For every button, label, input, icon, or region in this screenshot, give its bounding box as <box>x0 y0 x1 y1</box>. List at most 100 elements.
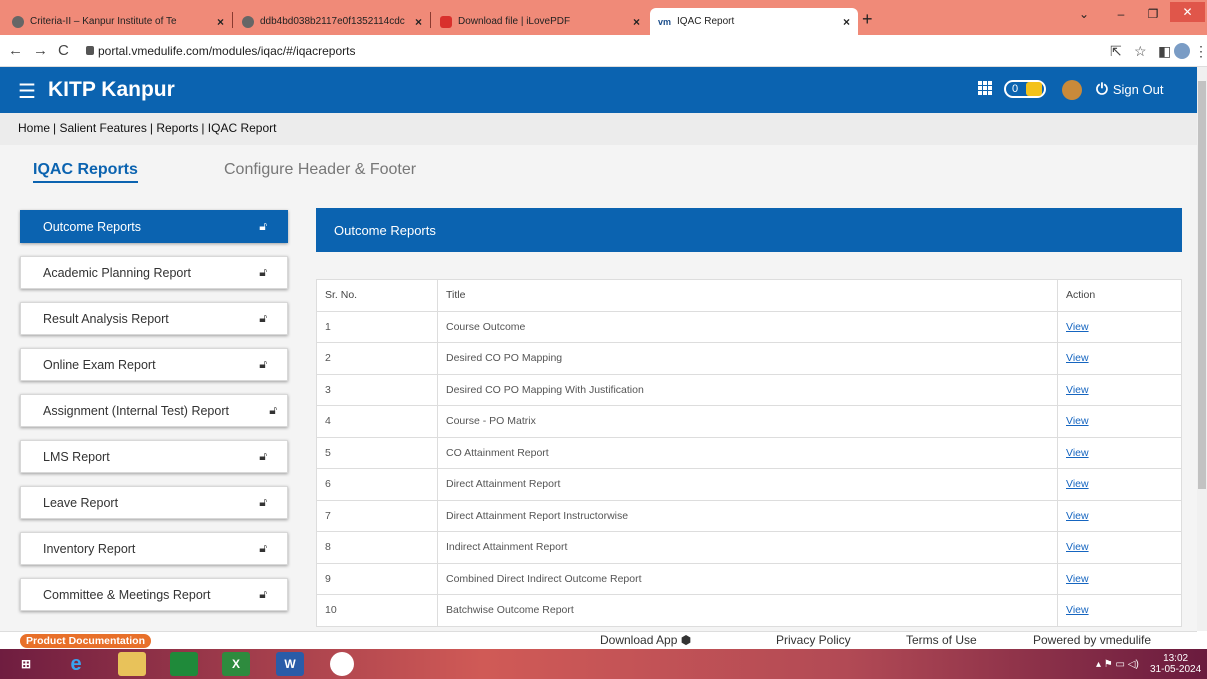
sr-no-cell: 9 <box>316 562 438 595</box>
ie-icon[interactable]: e <box>62 652 90 676</box>
menu-item-inventory[interactable]: Inventory Report 🔓︎ <box>20 532 288 565</box>
table-row: 5 CO Attainment Report View <box>316 436 1182 469</box>
sr-no-cell: 5 <box>316 436 438 469</box>
action-cell: View <box>1057 373 1182 406</box>
close-tab-icon[interactable]: × <box>633 15 640 29</box>
globe-icon <box>242 15 254 28</box>
powered-by-text: Powered by vmedulife <box>1033 633 1152 647</box>
page-footer: Product Documentation Download App ⬢ Pri… <box>0 631 1197 649</box>
browser-tab-active[interactable]: vm IQAC Report × <box>650 8 858 35</box>
unlock-icon: 🔓︎ <box>259 265 267 279</box>
action-cell: View <box>1057 594 1182 627</box>
bookmark-star-icon[interactable]: ☆ <box>1134 43 1147 60</box>
close-tab-icon[interactable]: × <box>843 15 850 29</box>
store-icon[interactable] <box>170 652 198 676</box>
view-link[interactable]: View <box>1066 604 1089 616</box>
apps-grid-icon[interactable] <box>978 81 992 95</box>
menu-item-committee-meetings[interactable]: Committee & Meetings Report 🔓︎ <box>20 578 288 611</box>
menu-item-online-exam[interactable]: Online Exam Report 🔓︎ <box>20 348 288 381</box>
view-link[interactable]: View <box>1066 510 1089 522</box>
chrome-icon[interactable] <box>330 652 354 676</box>
menu-kebab-icon[interactable]: ⋮ <box>1194 43 1207 60</box>
view-link[interactable]: View <box>1066 352 1089 364</box>
file-explorer-icon[interactable] <box>118 652 146 676</box>
tab-search-icon[interactable]: ⌄ <box>1070 0 1098 28</box>
profile-avatar[interactable] <box>1174 43 1190 59</box>
view-link[interactable]: View <box>1066 415 1089 427</box>
main-content: IQAC Reports Configure Header & Footer O… <box>0 145 1197 631</box>
title-cell: Indirect Attainment Report <box>437 531 1058 564</box>
breadcrumb-iqac-report: IQAC Report <box>207 121 277 135</box>
table-row: 4 Course - PO Matrix View <box>316 405 1182 438</box>
share-icon[interactable]: ⇱ <box>1110 43 1122 60</box>
view-link[interactable]: View <box>1066 447 1089 459</box>
user-avatar[interactable] <box>1062 80 1082 100</box>
browser-tab-2[interactable]: ddb4bd038b2117e0f1352114cdc × <box>234 8 430 35</box>
menu-item-result-analysis[interactable]: Result Analysis Report 🔓︎ <box>20 302 288 335</box>
view-link[interactable]: View <box>1066 541 1089 553</box>
menu-item-academic-planning[interactable]: Academic Planning Report 🔓︎ <box>20 256 288 289</box>
back-icon[interactable]: ← <box>8 42 23 59</box>
browser-tab-3[interactable]: Download file | iLovePDF × <box>432 8 648 35</box>
scrollbar-thumb[interactable] <box>1198 81 1206 489</box>
unlock-icon: 🔓︎ <box>259 357 267 371</box>
word-icon[interactable]: W <box>276 652 304 676</box>
view-link[interactable]: View <box>1066 321 1089 333</box>
view-link[interactable]: View <box>1066 573 1089 585</box>
title-cell: Desired CO PO Mapping <box>437 342 1058 375</box>
close-tab-icon[interactable]: × <box>415 15 422 29</box>
download-app-link[interactable]: Download App ⬢ <box>600 633 691 647</box>
restore-icon[interactable]: ❐ <box>1138 0 1168 28</box>
unlock-icon: 🔓︎ <box>259 495 267 509</box>
sr-no-cell: 10 <box>316 594 438 627</box>
android-apple-icon: ⬢ <box>680 633 692 647</box>
sr-no-cell: 1 <box>316 310 438 343</box>
minimize-icon[interactable]: – <box>1106 0 1136 28</box>
tab-configure-header-footer[interactable]: Configure Header & Footer <box>224 161 416 179</box>
close-window-icon[interactable]: ✕ <box>1170 2 1205 22</box>
menu-item-leave[interactable]: Leave Report 🔓︎ <box>20 486 288 519</box>
tab-iqac-reports[interactable]: IQAC Reports <box>33 161 138 183</box>
unlock-icon: 🔓︎ <box>259 311 267 325</box>
unlock-icon: 🔓︎ <box>259 541 267 555</box>
title-cell: Direct Attainment Report <box>437 468 1058 501</box>
new-tab-icon[interactable]: + <box>862 9 873 30</box>
menu-item-outcome-reports[interactable]: Outcome Reports 🔓︎ <box>20 210 288 243</box>
column-header: Title <box>437 279 1058 312</box>
table-row: 10 Batchwise Outcome Report View <box>316 594 1182 627</box>
tray-icons[interactable]: ▴ ⚑ ▭ ◁) <box>1096 659 1139 670</box>
reload-icon[interactable]: C <box>58 42 69 59</box>
breadcrumb-salient-features[interactable]: Salient Features <box>59 121 146 135</box>
side-panel-icon[interactable]: ◧ <box>1158 43 1171 60</box>
windows-start-icon[interactable]: ⊞ <box>12 652 40 676</box>
menu-item-lms[interactable]: LMS Report 🔓︎ <box>20 440 288 473</box>
breadcrumb-reports[interactable]: Reports <box>156 121 198 135</box>
action-cell: View <box>1057 562 1182 595</box>
title-cell: Batchwise Outcome Report <box>437 594 1058 627</box>
privacy-policy-link[interactable]: Privacy Policy <box>776 633 851 647</box>
forward-icon[interactable]: → <box>33 42 48 59</box>
globe-icon <box>12 15 24 28</box>
excel-icon[interactable]: X <box>222 652 250 676</box>
title-cell: Combined Direct Indirect Outcome Report <box>437 562 1058 595</box>
hamburger-menu-icon[interactable]: ☰ <box>18 79 36 104</box>
product-documentation-button[interactable]: Product Documentation <box>20 634 152 648</box>
trophy-badge[interactable]: 0 <box>1004 80 1046 98</box>
browser-tab-strip: Criteria-II – Kanpur Institute of Te × d… <box>0 0 1207 35</box>
action-cell: View <box>1057 499 1182 532</box>
view-link[interactable]: View <box>1066 384 1089 396</box>
menu-item-assignment[interactable]: Assignment (Internal Test) Report 🔓︎ <box>20 394 288 427</box>
view-link[interactable]: View <box>1066 478 1089 490</box>
terms-of-use-link[interactable]: Terms of Use <box>906 633 977 647</box>
sign-out-button[interactable]: ⏻ Sign Out <box>1096 81 1163 98</box>
sr-no-cell: 6 <box>316 468 438 501</box>
url-field[interactable]: portal.vmedulife.com/modules/iqac/#/iqac… <box>98 44 355 58</box>
clock[interactable]: 13:02 31-05-2024 <box>1150 653 1201 675</box>
browser-tab-1[interactable]: Criteria-II – Kanpur Institute of Te × <box>4 8 232 35</box>
vm-logo-icon: vm <box>658 16 672 27</box>
page-scrollbar[interactable] <box>1197 67 1207 631</box>
title-cell: Course - PO Matrix <box>437 405 1058 438</box>
breadcrumb-home[interactable]: Home <box>18 121 50 135</box>
column-header: Sr. No. <box>316 279 438 312</box>
close-tab-icon[interactable]: × <box>217 15 224 29</box>
